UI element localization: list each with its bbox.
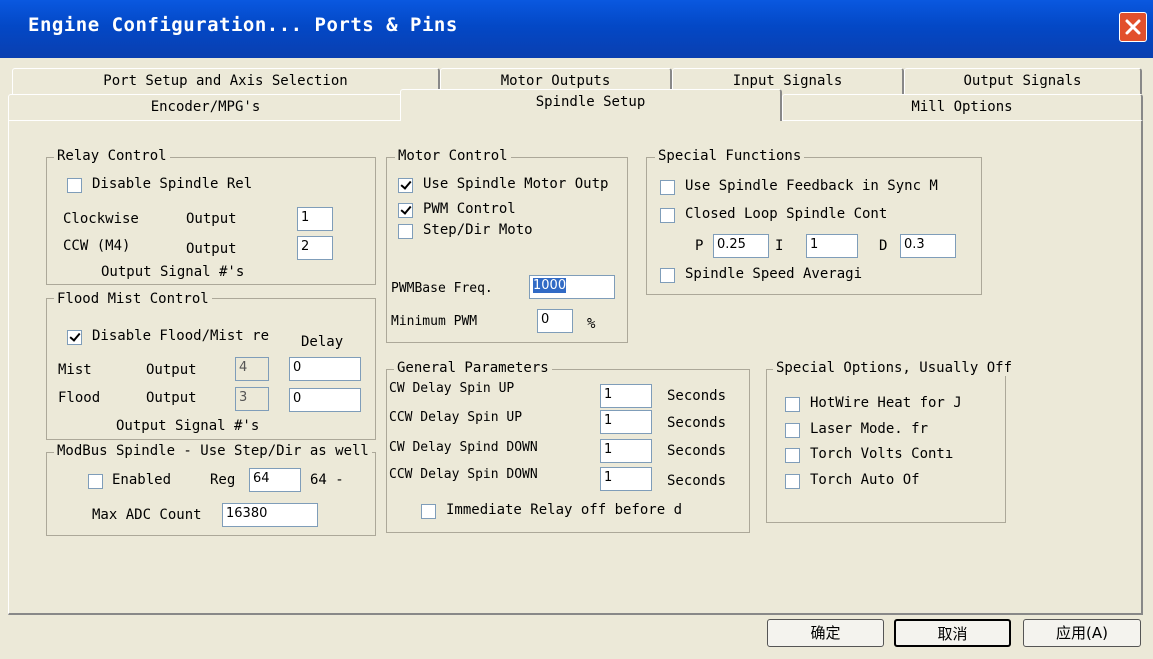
cw-delay-spin-up-unit: Seconds [667,388,727,404]
disable-spindle-relay-checkbox[interactable] [67,178,82,193]
ccw-delay-spin-down-label: CCW Delay Spin DOWN [389,467,538,482]
special-functions-title: Special Functions [655,148,805,164]
flood-output-input[interactable]: 3 [235,387,269,411]
ccw-label: CCW (M4) [63,238,131,254]
pwm-control-checkbox[interactable] [398,203,413,218]
hotwire-heat-label: HotWire Heat for J [810,395,962,411]
torch-auto-off-checkbox[interactable] [785,474,800,489]
tab-output-signals[interactable]: Output Signals [904,68,1142,94]
relay-control-title: Relay Control [54,148,170,164]
clockwise-output-label: Output [186,211,237,227]
tab-encoder-mpg[interactable]: Encoder/MPG's [8,94,404,120]
step-dir-motor-checkbox[interactable] [398,224,413,239]
modbus-reg-input[interactable]: 64 [249,468,301,492]
i-input[interactable]: 1 [806,234,858,258]
window-title: Engine Configuration... Ports & Pins [28,14,458,36]
special-options-title: Special Options, Usually Off [773,360,1016,376]
use-spindle-motor-output-label: Use Spindle Motor Outp [423,176,609,192]
torch-volts-control-label: Torch Volts Contı [810,446,954,462]
mist-delay-input[interactable]: 0 [289,357,361,381]
max-adc-count-input[interactable]: 16380 [222,503,318,527]
modbus-enabled-label: Enabled [112,472,172,488]
clockwise-output-input[interactable]: 1 [297,207,333,231]
flood-delay-input[interactable]: 0 [289,388,361,412]
d-input[interactable]: 0.3 [900,234,956,258]
tab-port-setup[interactable]: Port Setup and Axis Selection [12,68,440,94]
ccw-delay-spin-down-input[interactable]: 1 [600,467,652,491]
general-parameters-title: General Parameters [394,360,552,376]
flood-mist-title: Flood Mist Control [54,291,212,307]
mist-output-label: Output [146,362,197,378]
laser-mode-checkbox[interactable] [785,423,800,438]
ccw-delay-spin-up-unit: Seconds [667,415,727,431]
relay-output-signal-label: Output Signal #'s [101,264,245,280]
spindle-feedback-sync-label: Use Spindle Feedback in Sync M [685,178,938,194]
minimum-pwm-unit: % [587,316,596,332]
immediate-relay-off-label: Immediate Relay off before d [446,502,683,518]
cw-delay-spin-down-input[interactable]: 1 [600,439,652,463]
laser-mode-label: Laser Mode. fr [810,421,929,437]
cw-delay-spin-down-unit: Seconds [667,443,727,459]
spindle-speed-averaging-checkbox[interactable] [660,268,675,283]
spindle-speed-averaging-label: Spindle Speed Averagi [685,266,863,282]
close-button[interactable] [1119,12,1147,42]
immediate-relay-off-checkbox[interactable] [421,504,436,519]
mist-output-input[interactable]: 4 [235,357,269,381]
torch-volts-control-checkbox[interactable] [785,448,800,463]
ok-button[interactable]: 确定 [767,619,884,647]
ccw-delay-spin-down-unit: Seconds [667,473,727,489]
motor-control-title: Motor Control [395,148,511,164]
pwm-control-label: PWM Control [423,201,516,217]
title-bar: Engine Configuration... Ports & Pins [0,0,1153,58]
ccw-delay-spin-up-input[interactable]: 1 [600,410,652,434]
hotwire-heat-checkbox[interactable] [785,397,800,412]
modbus-spindle-group [46,452,376,536]
use-spindle-motor-output-checkbox[interactable] [398,178,413,193]
delay-label: Delay [301,334,344,350]
disable-flood-mist-checkbox[interactable] [67,330,82,345]
flood-output-signal-label: Output Signal #'s [116,418,260,434]
p-input[interactable]: 0.25 [713,234,769,258]
mist-label: Mist [58,362,92,378]
tab-spindle-setup[interactable]: Spindle Setup [400,89,782,121]
disable-spindle-relay-label: Disable Spindle Rel [92,176,253,192]
pwm-base-freq-input[interactable]: 1000 [529,275,615,299]
d-label: D [879,238,888,254]
torch-auto-off-label: Torch Auto Of [810,472,920,488]
clockwise-label: Clockwise [63,211,139,227]
closed-loop-spindle-label: Closed Loop Spindle Cont [685,206,888,222]
cancel-button[interactable]: 取消 [894,619,1011,647]
pwm-base-freq-value: 1000 [533,278,567,293]
apply-button[interactable]: 应用(A) [1023,619,1141,647]
ccw-output-label: Output [186,241,237,257]
cw-delay-spin-up-label: CW Delay Spin UP [389,381,515,396]
pwm-base-freq-label: PWMBase Freq. [391,281,493,296]
ccw-delay-spin-up-label: CCW Delay Spin UP [389,410,523,425]
max-adc-count-label: Max ADC Count [92,507,202,523]
modbus-spindle-title: ModBus Spindle - Use Step/Dir as well [54,443,372,459]
cw-delay-spin-down-label: CW Delay Spind DOWN [389,440,538,455]
minimum-pwm-label: Minimum PWM [391,314,478,329]
flood-output-label: Output [146,390,197,406]
p-label: P [695,238,704,254]
i-label: I [775,238,784,254]
modbus-enabled-checkbox[interactable] [88,474,103,489]
closed-loop-spindle-checkbox[interactable] [660,208,675,223]
minimum-pwm-input[interactable]: 0 [537,309,573,333]
modbus-reg-suffix: 64 - [310,472,344,488]
cw-delay-spin-up-input[interactable]: 1 [600,384,652,408]
modbus-reg-label: Reg [210,472,236,488]
step-dir-motor-label: Step/Dir Moto [423,222,533,238]
close-icon [1125,19,1141,35]
ccw-output-input[interactable]: 2 [297,236,333,260]
flood-label: Flood [58,390,101,406]
tab-mill-options[interactable]: Mill Options [782,94,1143,120]
spindle-feedback-sync-checkbox[interactable] [660,180,675,195]
disable-flood-mist-label: Disable Flood/Mist re [92,328,270,344]
